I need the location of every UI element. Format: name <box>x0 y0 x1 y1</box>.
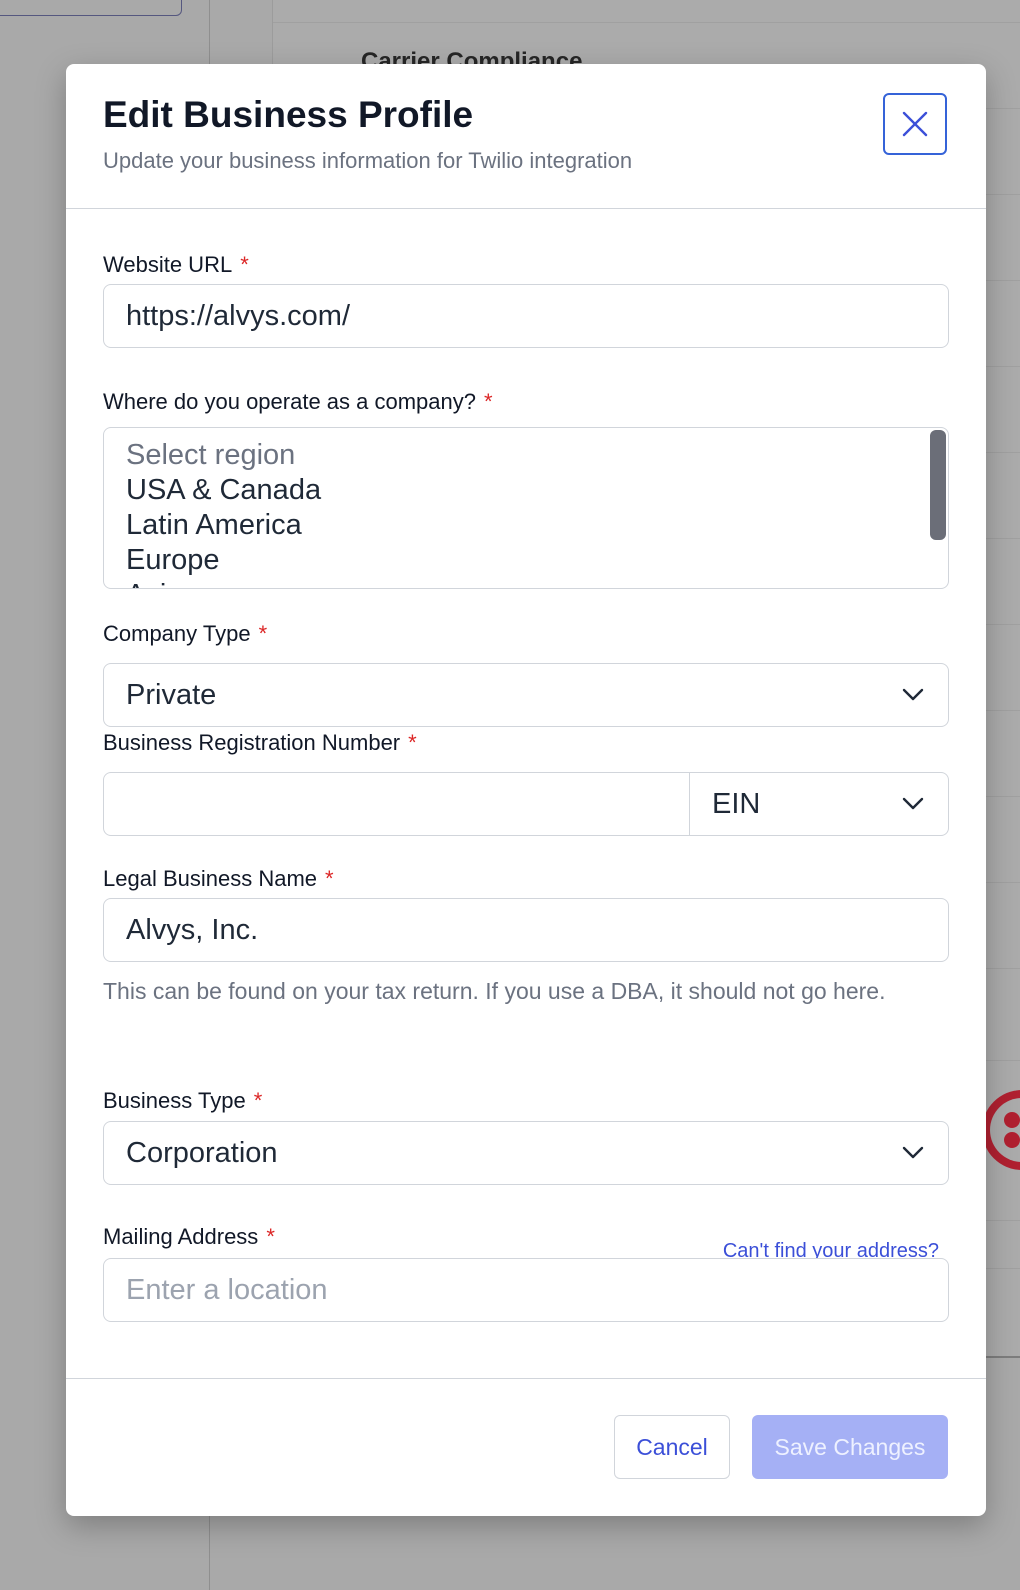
required-marker: * <box>484 389 493 414</box>
chevron-down-icon <box>902 797 924 810</box>
region-option-latin-america[interactable]: Latin America <box>126 508 321 543</box>
chevron-down-icon <box>902 688 924 701</box>
close-icon <box>902 111 928 137</box>
close-button[interactable] <box>883 93 947 155</box>
company-type-value: Private <box>126 678 217 711</box>
region-option-europe[interactable]: Europe <box>126 543 321 578</box>
registration-number-group: EIN <box>103 772 949 836</box>
website-url-label: Website URL * <box>103 252 249 277</box>
modal-header: Edit Business Profile Update your busine… <box>66 64 986 209</box>
registration-number-input[interactable] <box>104 773 690 835</box>
background-divider <box>273 22 1020 23</box>
required-marker: * <box>325 866 334 891</box>
required-marker: * <box>253 1088 263 1113</box>
region-listbox[interactable]: Select region USA & Canada Latin America… <box>103 427 949 589</box>
business-type-select[interactable]: Corporation <box>103 1121 949 1185</box>
required-marker: * <box>408 730 417 755</box>
modal-footer: Cancel Save Changes <box>66 1378 986 1517</box>
business-type-value: Corporation <box>126 1136 278 1169</box>
company-type-select[interactable]: Private <box>103 663 949 727</box>
region-option-asia[interactable]: Asia <box>126 578 321 588</box>
company-type-label: Company Type * <box>103 621 268 646</box>
edit-business-profile-modal: Edit Business Profile Update your busine… <box>66 64 986 1516</box>
chevron-down-icon <box>902 1146 924 1159</box>
required-marker: * <box>266 1224 275 1249</box>
modal-subtitle: Update your business information for Twi… <box>103 148 633 173</box>
cancel-button[interactable]: Cancel <box>614 1415 730 1479</box>
background-search-input <box>0 0 182 16</box>
save-changes-button[interactable]: Save Changes <box>752 1415 948 1479</box>
mailing-address-input[interactable] <box>103 1258 949 1322</box>
id-type-select[interactable]: EIN <box>690 773 948 835</box>
modal-title: Edit Business Profile <box>103 94 474 135</box>
legal-name-helper-text: This can be found on your tax return. If… <box>103 978 886 1004</box>
business-type-label: Business Type * <box>103 1088 263 1113</box>
id-type-value: EIN <box>712 787 761 820</box>
region-label: Where do you operate as a company? * <box>103 389 493 414</box>
region-option-usa-canada[interactable]: USA & Canada <box>126 473 321 508</box>
legal-name-input[interactable] <box>103 898 949 962</box>
mailing-address-label: Mailing Address * <box>103 1224 275 1249</box>
required-marker: * <box>258 621 268 646</box>
required-marker: * <box>240 252 249 277</box>
legal-name-label: Legal Business Name * <box>103 866 334 891</box>
region-option-placeholder[interactable]: Select region <box>126 438 321 473</box>
website-url-input[interactable] <box>103 284 949 348</box>
registration-number-label: Business Registration Number * <box>103 730 417 755</box>
listbox-scrollbar[interactable] <box>930 430 946 540</box>
